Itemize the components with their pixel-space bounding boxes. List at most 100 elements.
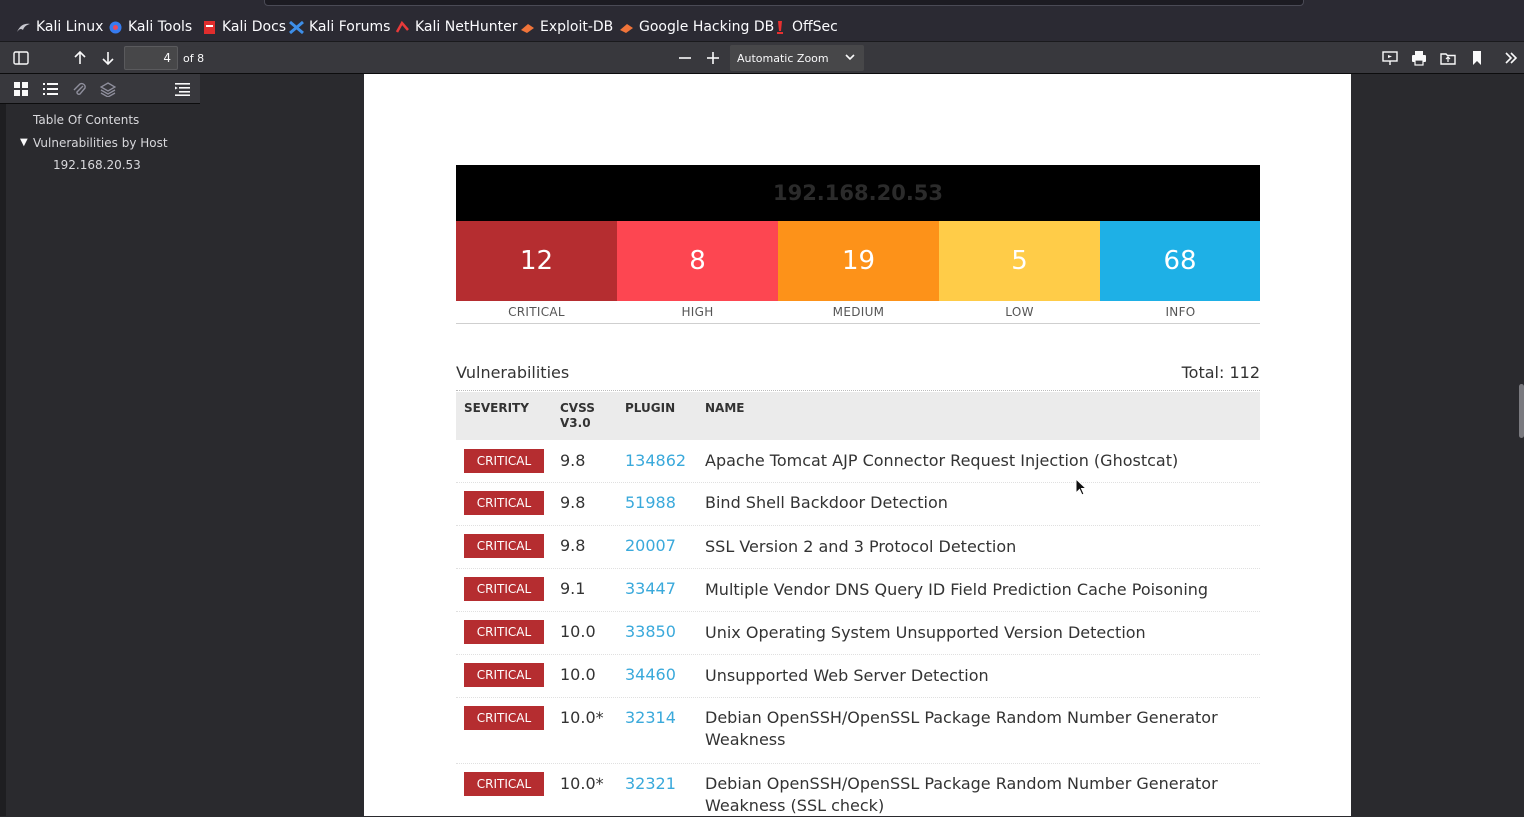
severity-count-medium: 19 <box>778 221 939 301</box>
outline-view-icon[interactable] <box>42 81 58 97</box>
column-plugin: PLUGIN <box>625 401 676 415</box>
bookmark-google-hacking-db[interactable]: Google Hacking DB <box>619 17 774 37</box>
presentation-mode-icon[interactable] <box>1379 47 1401 69</box>
vulnerability-name: Unix Operating System Unsupported Versio… <box>705 623 1146 642</box>
severity-label-low: LOW <box>1005 305 1034 319</box>
tools-overflow-icon[interactable] <box>1500 47 1522 69</box>
heading-divider <box>456 390 1260 391</box>
vulnerability-name: Bind Shell Backdoor Detection <box>705 493 948 512</box>
outline-expand-toggle-icon[interactable]: ▼ <box>20 137 28 148</box>
bookmark-exploit-db[interactable]: Exploit-DB <box>520 17 613 37</box>
kali-nethunter-icon <box>395 20 410 35</box>
plugin-link[interactable]: 33447 <box>625 579 676 598</box>
page-number-input[interactable] <box>124 46 178 70</box>
sidebar-view-buttons <box>0 74 200 104</box>
severity-badge: CRITICAL <box>464 577 544 601</box>
pdf-page: 192.168.20.53 12 8 19 5 68 CRITICAL HIGH… <box>364 74 1351 816</box>
column-name: NAME <box>705 401 745 415</box>
severity-label-medium: MEDIUM <box>832 305 885 319</box>
bookmark-kali-tools[interactable]: Kali Tools <box>108 17 192 37</box>
plugin-link[interactable]: 51988 <box>625 493 676 512</box>
severity-count-info: 68 <box>1100 221 1260 301</box>
vulnerability-name: Unsupported Web Server Detection <box>705 666 989 685</box>
vulnerabilities-heading: Vulnerabilities <box>456 363 570 382</box>
cvss-score: 10.0 <box>560 622 596 641</box>
cvss-score: 10.0* <box>560 774 604 793</box>
outline-item-table-of-contents[interactable]: Table Of Contents <box>33 113 139 127</box>
bookmark-offsec[interactable]: OffSec <box>772 17 838 37</box>
sidebar-toggle-icon[interactable] <box>10 47 32 69</box>
severity-badge: CRITICAL <box>464 706 544 730</box>
plugin-link[interactable]: 32321 <box>625 774 676 793</box>
bookmarks-toolbar: Kali Linux Kali Tools Kali Docs Kali For… <box>0 0 1524 42</box>
severity-label-high: HIGH <box>681 305 714 319</box>
table-row: CRITICAL 10.0 34460 Unsupported Web Serv… <box>456 655 1260 698</box>
table-row: CRITICAL 10.0* 32321 Debian OpenSSH/Open… <box>456 764 1260 816</box>
cvss-score: 9.8 <box>560 451 586 470</box>
pdf-viewer[interactable]: 192.168.20.53 12 8 19 5 68 CRITICAL HIGH… <box>200 74 1524 816</box>
vulnerability-name: Multiple Vendor DNS Query ID Field Predi… <box>705 580 1209 599</box>
bookmark-label: Kali Tools <box>128 19 193 35</box>
zoom-in-icon[interactable] <box>702 47 724 69</box>
print-icon[interactable] <box>1408 47 1430 69</box>
exploit-db-icon <box>520 20 535 35</box>
attachments-view-icon[interactable] <box>71 81 87 97</box>
severity-divider <box>456 323 1260 324</box>
bookmark-kali-linux[interactable]: Kali Linux <box>16 17 103 37</box>
document-outline: Table Of Contents ▼ Vulnerabilities by H… <box>0 104 200 816</box>
mouse-pointer-icon <box>1075 477 1088 500</box>
pdf-sidebar: Table Of Contents ▼ Vulnerabilities by H… <box>0 74 200 816</box>
pdf-toolbar: of 8 Automatic Zoom <box>0 42 1524 74</box>
current-outline-item-icon[interactable] <box>174 81 190 97</box>
bookmark-label: Kali Linux <box>36 19 104 35</box>
bookmark-label: Kali Forums <box>309 19 391 35</box>
thumbnails-view-icon[interactable] <box>13 81 29 97</box>
table-row: CRITICAL 9.8 51988 Bind Shell Backdoor D… <box>456 483 1260 526</box>
kali-dragon-icon <box>16 20 31 35</box>
vulnerability-name: SSL Version 2 and 3 Protocol Detection <box>705 537 1017 556</box>
plugin-link[interactable]: 33850 <box>625 622 676 641</box>
bookmark-label: Google Hacking DB <box>639 19 775 35</box>
severity-badge: CRITICAL <box>464 620 544 644</box>
bookmark-label: Kali Docs <box>222 19 287 35</box>
table-row: CRITICAL 10.0* 32314 Debian OpenSSH/Open… <box>456 698 1260 764</box>
severity-count-high: 8 <box>617 221 778 301</box>
table-row: CRITICAL 9.8 20007 SSL Version 2 and 3 P… <box>456 526 1260 569</box>
previous-page-icon[interactable] <box>69 47 91 69</box>
vertical-scrollbar-thumb[interactable] <box>1519 384 1524 438</box>
plugin-link[interactable]: 32314 <box>625 708 676 727</box>
zoom-out-icon[interactable] <box>674 47 696 69</box>
vulnerability-name: Debian OpenSSH/OpenSSL Package Random Nu… <box>705 774 1218 815</box>
next-page-icon[interactable] <box>97 47 119 69</box>
plugin-link[interactable]: 20007 <box>625 536 676 555</box>
vulnerabilities-total: Total: 112 <box>1181 363 1260 382</box>
open-file-icon[interactable] <box>1437 47 1459 69</box>
bookmark-kali-nethunter[interactable]: Kali NetHunter <box>395 17 517 37</box>
severity-count-critical: 12 <box>456 221 617 301</box>
page-count-label: of 8 <box>183 52 205 65</box>
outline-item-host[interactable]: 192.168.20.53 <box>53 158 141 172</box>
bookmark-label: OffSec <box>792 19 838 35</box>
url-bar[interactable] <box>264 0 1304 6</box>
column-cvss: CVSS V3.0 <box>560 401 595 430</box>
cvss-score: 10.0* <box>560 708 604 727</box>
bookmark-icon[interactable] <box>1466 47 1488 69</box>
severity-badge: CRITICAL <box>464 772 544 796</box>
layers-view-icon[interactable] <box>100 81 116 97</box>
cvss-score: 9.8 <box>560 536 586 555</box>
cvss-score: 9.1 <box>560 579 586 598</box>
severity-label-critical: CRITICAL <box>508 305 565 319</box>
chevron-down-icon <box>844 51 856 66</box>
kali-docs-icon <box>202 20 217 35</box>
bookmark-label: Kali NetHunter <box>415 19 518 35</box>
outline-item-vulnerabilities-by-host[interactable]: Vulnerabilities by Host <box>33 136 168 150</box>
plugin-link[interactable]: 34460 <box>625 665 676 684</box>
zoom-select[interactable]: Automatic Zoom <box>730 45 864 71</box>
plugin-link[interactable]: 134862 <box>625 451 686 470</box>
bookmark-kali-forums[interactable]: Kali Forums <box>289 17 390 37</box>
bookmark-kali-docs[interactable]: Kali Docs <box>202 17 286 37</box>
cvss-score: 9.8 <box>560 493 586 512</box>
offsec-icon <box>772 20 787 35</box>
kali-forums-icon <box>289 20 304 35</box>
host-banner: 192.168.20.53 <box>456 165 1260 221</box>
